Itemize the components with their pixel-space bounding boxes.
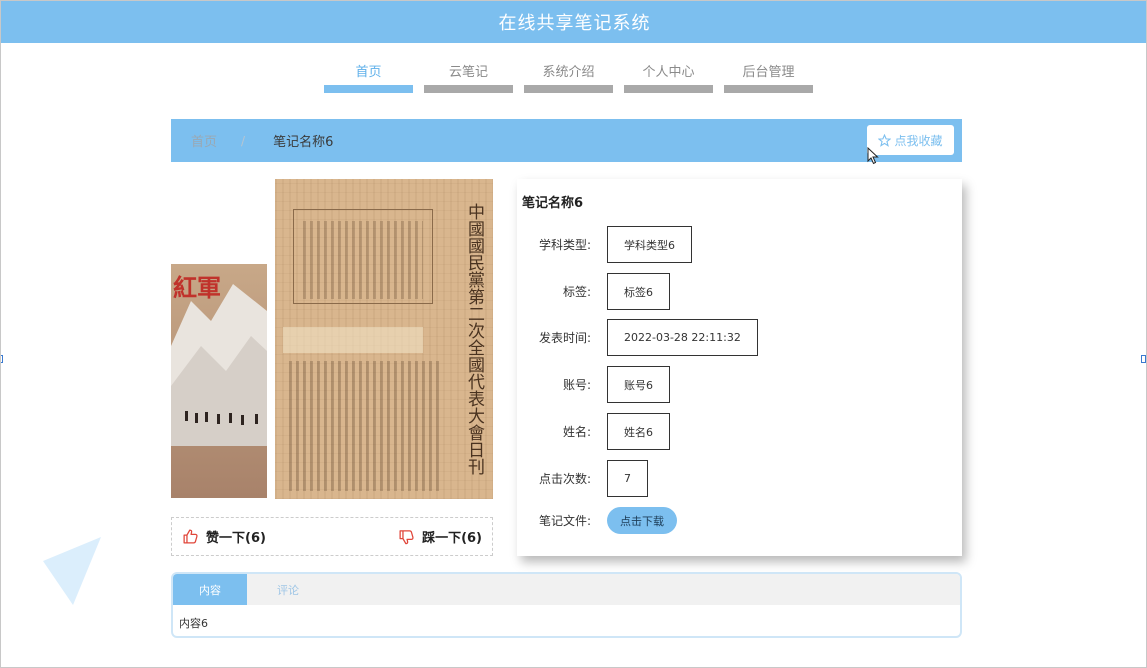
header-bar: 在线共享笔记系统 bbox=[1, 1, 1146, 43]
nav-item-label: 系统介绍 bbox=[542, 65, 595, 80]
breadcrumb-separator: / bbox=[241, 133, 246, 148]
cover-title-glyph: 紅軍 bbox=[173, 273, 221, 302]
nav-item-cloud-notes[interactable]: 云笔记 bbox=[424, 59, 513, 93]
nav-item-admin[interactable]: 后台管理 bbox=[724, 59, 813, 93]
favorite-label: 点我收藏 bbox=[894, 133, 943, 148]
nav-item-underline bbox=[324, 85, 413, 93]
page-frame: 在线共享笔记系统 首页 云笔记 系统介绍 个人中心 后台管理 首页 / 笔记名称… bbox=[0, 0, 1147, 668]
field-file: 笔记文件: 点击下载 bbox=[517, 507, 677, 534]
tab-content[interactable]: 内容 bbox=[173, 574, 247, 605]
content-tabs: 内容 评论 内容6 bbox=[171, 572, 962, 638]
resize-handle-left[interactable] bbox=[1, 355, 3, 363]
field-label: 笔记文件: bbox=[538, 514, 591, 528]
field-name: 姓名: 姓名6 bbox=[517, 413, 670, 450]
nav-item-label: 个人中心 bbox=[642, 65, 695, 80]
nav-item-home[interactable]: 首页 bbox=[324, 59, 413, 93]
newspaper-text-block bbox=[289, 361, 439, 491]
cover-image-red-army: 紅軍 bbox=[171, 264, 267, 498]
field-tag: 标签: 标签6 bbox=[517, 273, 670, 310]
field-label: 学科类型: bbox=[538, 238, 591, 252]
cover-image-newspaper: 中國國民黨第二次全國代表大會日刊 bbox=[275, 179, 493, 499]
field-label: 姓名: bbox=[562, 425, 591, 439]
breadcrumb-home-link[interactable]: 首页 bbox=[191, 131, 217, 150]
note-title: 笔记名称6 bbox=[522, 196, 584, 211]
vote-bar: 赞一下(6) 踩一下(6) bbox=[171, 517, 493, 556]
star-icon bbox=[878, 133, 892, 147]
field-value: 学科类型6 bbox=[607, 226, 692, 263]
tab-comments[interactable]: 评论 bbox=[247, 574, 329, 605]
nav-item-underline bbox=[524, 85, 613, 93]
field-label: 账号: bbox=[562, 378, 591, 392]
field-value: 7 bbox=[607, 460, 648, 497]
tab-body-text: 内容6 bbox=[179, 617, 208, 630]
dislike-label: 踩一下(6) bbox=[422, 531, 482, 546]
field-value: 2022-03-28 22:11:32 bbox=[607, 319, 758, 356]
tab-header: 内容 评论 bbox=[173, 574, 960, 605]
nav-item-personal-center[interactable]: 个人中心 bbox=[624, 59, 713, 93]
thumbs-up-icon bbox=[183, 529, 198, 544]
note-image-carousel[interactable]: 紅軍 中國國民黨第二次全國代表大會日刊 bbox=[171, 179, 493, 499]
like-label: 赞一下(6) bbox=[206, 531, 266, 546]
newspaper-banner bbox=[283, 327, 423, 353]
field-account: 账号: 账号6 bbox=[517, 366, 670, 403]
like-button[interactable]: 赞一下(6) bbox=[182, 527, 266, 546]
resize-handle-right[interactable] bbox=[1141, 355, 1146, 363]
breadcrumb-current: 笔记名称6 bbox=[273, 135, 334, 150]
nav-item-underline bbox=[724, 85, 813, 93]
field-publish-time: 发表时间: 2022-03-28 22:11:32 bbox=[517, 319, 758, 356]
nav-item-label: 首页 bbox=[355, 65, 382, 80]
newspaper-headline: 中國國民黨第二次全國代表大會日刊 bbox=[464, 203, 484, 475]
nav-item-system-intro[interactable]: 系统介绍 bbox=[524, 59, 613, 93]
field-value: 账号6 bbox=[607, 366, 670, 403]
main-nav: 首页 云笔记 系统介绍 个人中心 后台管理 bbox=[324, 59, 813, 93]
mouse-cursor-icon bbox=[867, 147, 879, 165]
field-subject-type: 学科类型: 学科类型6 bbox=[517, 226, 692, 263]
field-value: 标签6 bbox=[607, 273, 670, 310]
newspaper-text-block bbox=[303, 221, 423, 299]
nav-item-label: 云笔记 bbox=[448, 65, 488, 80]
nav-item-label: 后台管理 bbox=[742, 65, 795, 80]
thumbs-down-icon bbox=[399, 530, 414, 545]
field-label: 发表时间: bbox=[538, 331, 591, 345]
field-label: 点击次数: bbox=[538, 472, 591, 486]
decorative-triangle bbox=[43, 537, 101, 605]
field-label: 标签: bbox=[562, 285, 591, 299]
breadcrumb: 首页 / 笔记名称6 点我收藏 bbox=[171, 119, 962, 162]
field-value: 姓名6 bbox=[607, 413, 670, 450]
site-title: 在线共享笔记系统 bbox=[498, 13, 651, 34]
field-clicks: 点击次数: 7 bbox=[517, 460, 648, 497]
nav-item-underline bbox=[624, 85, 713, 93]
note-detail-panel: 笔记名称6 学科类型: 学科类型6 标签: 标签6 发表时间: 2022-03-… bbox=[517, 179, 962, 556]
dislike-button[interactable]: 踩一下(6) bbox=[398, 527, 482, 546]
download-button[interactable]: 点击下载 bbox=[607, 507, 677, 534]
favorite-button[interactable]: 点我收藏 bbox=[867, 125, 954, 155]
nav-item-underline bbox=[424, 85, 513, 93]
